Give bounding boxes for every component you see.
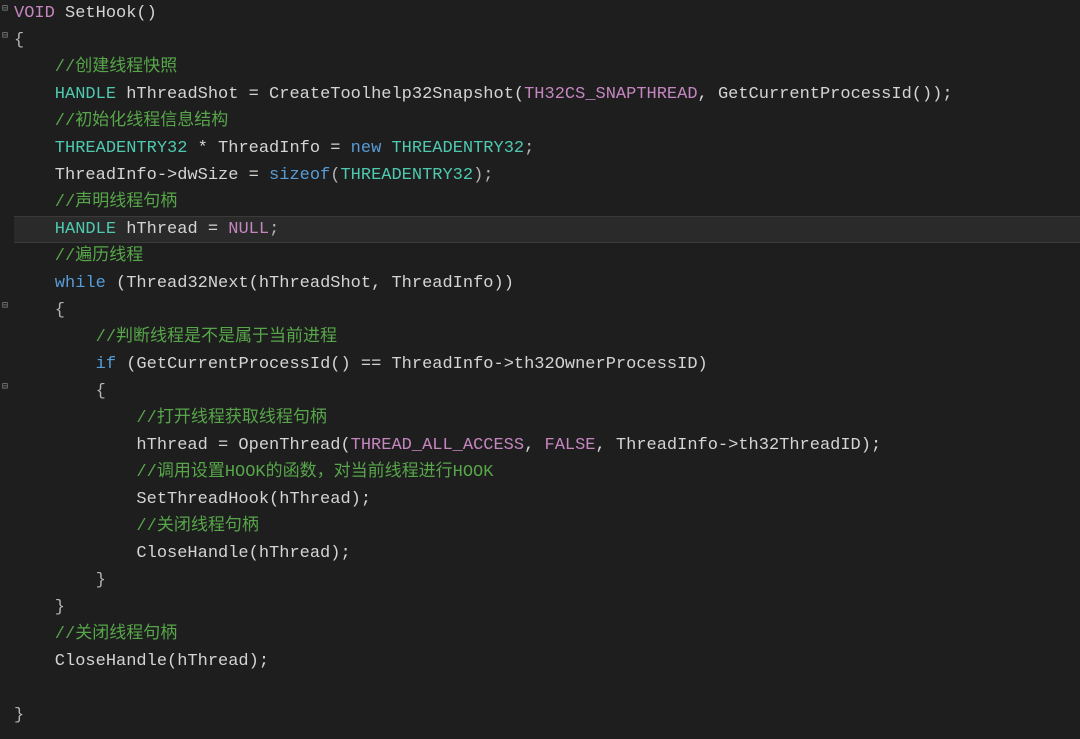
token-text: CloseHandle(hThread); xyxy=(14,652,269,671)
token-text: ThreadInfo->dwSize = xyxy=(14,166,269,185)
code-line[interactable]: { xyxy=(14,297,1080,324)
token-comment: //关闭线程句柄 xyxy=(14,517,259,536)
token-text: SetThreadHook(hThread); xyxy=(14,490,371,509)
code-line[interactable]: } xyxy=(14,594,1080,621)
token-brace: { xyxy=(14,301,65,320)
collapse-handle[interactable]: ⊟ xyxy=(2,33,10,41)
token-keyword: if xyxy=(14,355,116,374)
code-line[interactable]: ThreadInfo->dwSize = sizeof(THREADENTRY3… xyxy=(14,162,1080,189)
code-line[interactable]: VOID SetHook() xyxy=(14,0,1080,27)
token-punct: ( xyxy=(330,166,340,185)
token-text: CloseHandle(hThread); xyxy=(14,544,351,563)
token-keyword: while xyxy=(14,274,106,293)
token-brace: { xyxy=(14,382,106,401)
code-line[interactable]: CloseHandle(hThread); xyxy=(14,540,1080,567)
token-constant: FALSE xyxy=(545,436,596,455)
token-text: hThread = OpenThread( xyxy=(14,436,351,455)
token-comment: //遍历线程 xyxy=(14,247,143,266)
token-punct: ; xyxy=(269,220,279,239)
code-line[interactable]: { xyxy=(14,27,1080,54)
token-comment: //调用设置HOOK的函数，对当前线程进行HOOK xyxy=(14,463,493,482)
code-line[interactable] xyxy=(14,675,1080,702)
code-line-active[interactable]: HANDLE hThread = NULL; xyxy=(14,216,1080,243)
token-text: (GetCurrentProcessId() == ThreadInfo->th… xyxy=(116,355,708,374)
token-text: hThread = xyxy=(116,220,228,239)
collapse-handle[interactable]: ⊟ xyxy=(2,384,10,392)
token-comment: //初始化线程信息结构 xyxy=(14,112,228,131)
code-line[interactable]: //关闭线程句柄 xyxy=(14,621,1080,648)
token-brace: } xyxy=(14,571,106,590)
token-constant: TH32CS_SNAPTHREAD xyxy=(524,85,697,104)
code-line[interactable]: if (GetCurrentProcessId() == ThreadInfo-… xyxy=(14,351,1080,378)
token-constant: NULL xyxy=(228,220,269,239)
token-comment: //关闭线程句柄 xyxy=(14,625,177,644)
code-line[interactable]: { xyxy=(14,378,1080,405)
token-type: THREADENTRY32 xyxy=(340,166,473,185)
code-line[interactable]: //调用设置HOOK的函数，对当前线程进行HOOK xyxy=(14,459,1080,486)
code-line[interactable]: THREADENTRY32 * ThreadInfo = new THREADE… xyxy=(14,135,1080,162)
code-line[interactable]: //打开线程获取线程句柄 xyxy=(14,405,1080,432)
token-comment: //声明线程句柄 xyxy=(14,193,177,212)
token-text: * ThreadInfo = xyxy=(187,139,350,158)
token-text: , GetCurrentProcessId()); xyxy=(698,85,953,104)
code-line[interactable]: //判断线程是不是属于当前进程 xyxy=(14,324,1080,351)
token-type: HANDLE xyxy=(14,220,116,239)
code-line[interactable]: CloseHandle(hThread); xyxy=(14,648,1080,675)
token-text: (Thread32Next(hThreadShot, ThreadInfo)) xyxy=(106,274,514,293)
code-line[interactable]: } xyxy=(14,702,1080,729)
token-comment: //创建线程快照 xyxy=(14,58,177,77)
token-text: hThreadShot = CreateToolhelp32Snapshot( xyxy=(116,85,524,104)
code-line[interactable]: SetThreadHook(hThread); xyxy=(14,486,1080,513)
code-line[interactable]: //声明线程句柄 xyxy=(14,189,1080,216)
code-line[interactable]: //遍历线程 xyxy=(14,243,1080,270)
code-editor[interactable]: ⊟ ⊟ ⊟ ⊟ VOID SetHook() { //创建线程快照 HANDLE… xyxy=(0,0,1080,739)
token-comment: //判断线程是不是属于当前进程 xyxy=(14,328,337,347)
token-brace: } xyxy=(14,598,65,617)
token-text: , xyxy=(524,436,544,455)
token-keyword: sizeof xyxy=(269,166,330,185)
token-keyword: VOID xyxy=(14,4,55,23)
token-type: THREADENTRY32 xyxy=(391,139,524,158)
editor-gutter: ⊟ ⊟ ⊟ ⊟ xyxy=(0,0,14,739)
collapse-handle[interactable]: ⊟ xyxy=(2,6,10,14)
token-punct: ; xyxy=(524,139,534,158)
token-constant: THREAD_ALL_ACCESS xyxy=(351,436,524,455)
token-brace: } xyxy=(14,706,24,725)
code-line[interactable]: while (Thread32Next(hThreadShot, ThreadI… xyxy=(14,270,1080,297)
token-type: HANDLE xyxy=(14,85,116,104)
code-area[interactable]: VOID SetHook() { //创建线程快照 HANDLE hThread… xyxy=(14,0,1080,739)
token-keyword: new xyxy=(351,139,382,158)
code-line[interactable]: HANDLE hThreadShot = CreateToolhelp32Sna… xyxy=(14,81,1080,108)
collapse-handle[interactable]: ⊟ xyxy=(2,303,10,311)
code-line[interactable]: hThread = OpenThread(THREAD_ALL_ACCESS , … xyxy=(14,432,1080,459)
token-punct: ); xyxy=(473,166,493,185)
token-brace: { xyxy=(14,31,24,50)
code-line[interactable]: } xyxy=(14,567,1080,594)
code-line[interactable]: //创建线程快照 xyxy=(14,54,1080,81)
token-comment: //打开线程获取线程句柄 xyxy=(14,409,327,428)
code-line[interactable]: //关闭线程句柄 xyxy=(14,513,1080,540)
token-space xyxy=(381,139,391,158)
code-line[interactable]: //初始化线程信息结构 xyxy=(14,108,1080,135)
token-type: THREADENTRY32 xyxy=(14,139,187,158)
token-text: , ThreadInfo->th32ThreadID); xyxy=(596,436,882,455)
token-identifier: SetHook() xyxy=(55,4,157,23)
